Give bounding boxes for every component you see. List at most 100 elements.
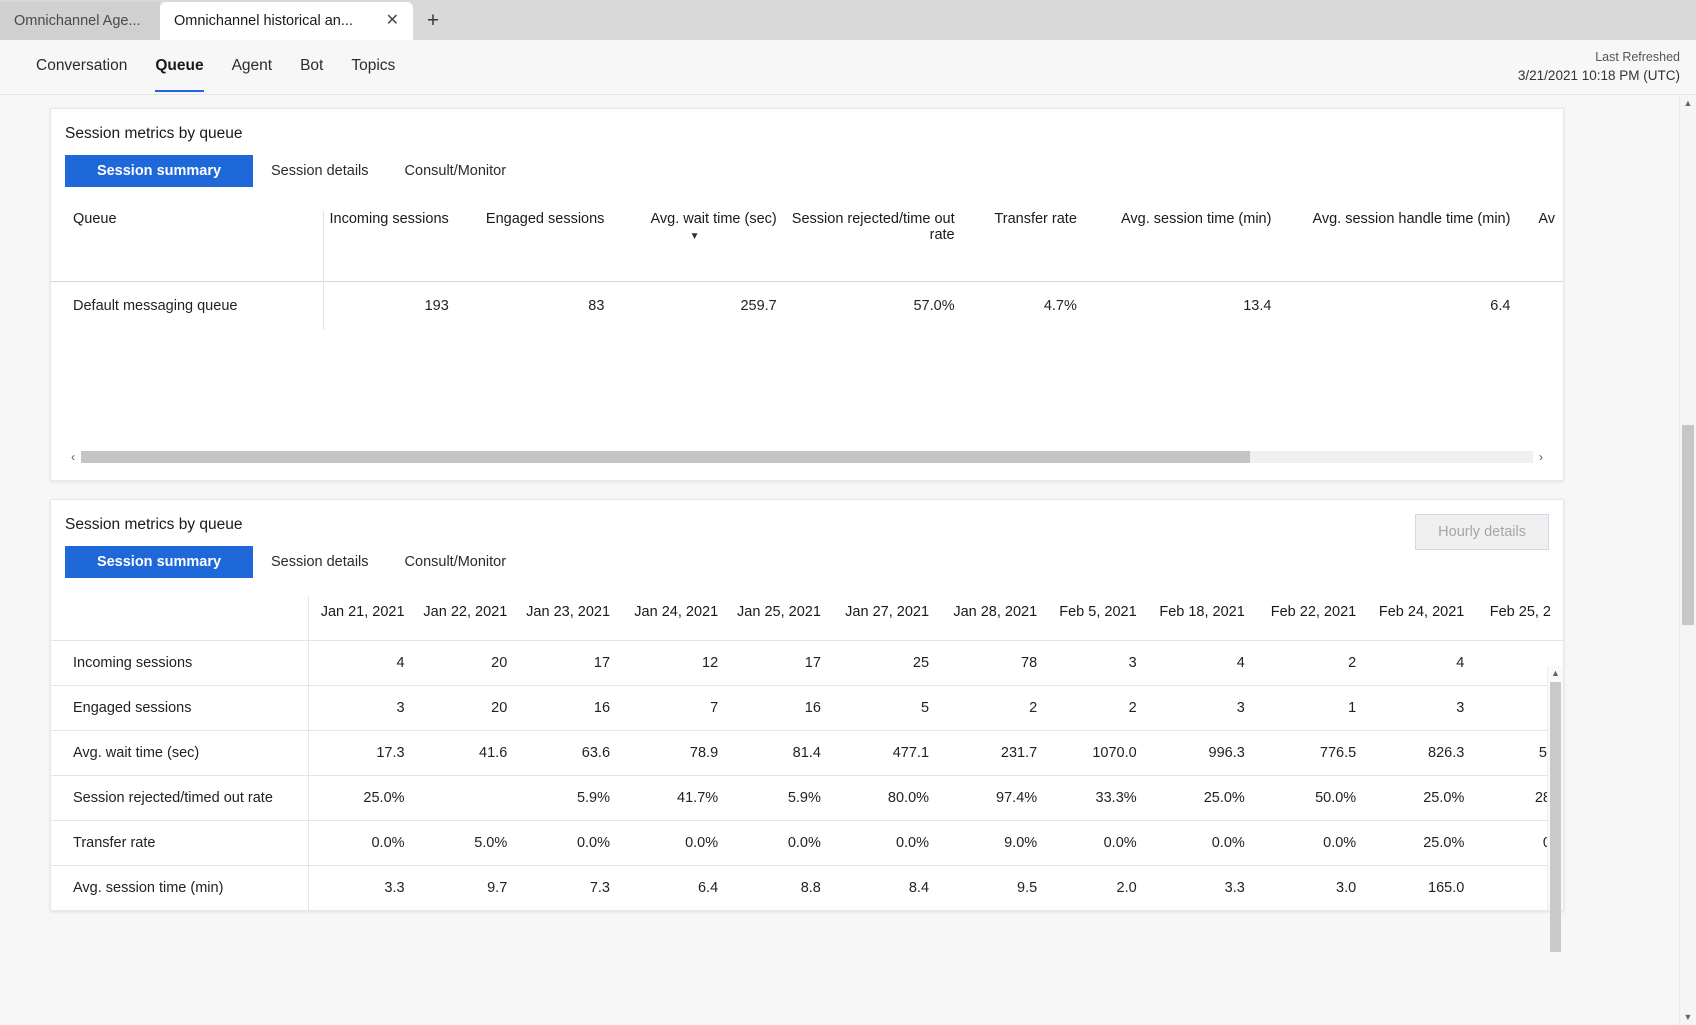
cell-metric-name: Incoming sessions (51, 639, 309, 685)
scroll-up-icon[interactable]: ▲ (1548, 666, 1563, 680)
cell-value: 3 (1049, 639, 1149, 685)
new-tab-icon[interactable]: + (413, 2, 453, 40)
cell-avg-wait-time: 259.7 (612, 280, 785, 330)
cell-value: 20 (416, 639, 520, 685)
col-header-date[interactable]: Feb 18, 2021 (1148, 595, 1257, 641)
table-row[interactable]: Transfer rate 0.0% 5.0% 0.0% 0.0% 0.0% 0… (51, 819, 1563, 865)
scroll-right-icon[interactable]: › (1533, 450, 1549, 464)
cell-value: 4 (308, 639, 417, 685)
col-header-incoming-sessions[interactable]: Incoming sessions (323, 211, 456, 281)
col-header-metric (51, 595, 309, 641)
cell-incoming-sessions: 193 (323, 280, 457, 330)
table-row[interactable]: Incoming sessions 4 20 17 12 17 25 78 3 … (51, 639, 1563, 685)
queue-summary-table: Queue Incoming sessions Engaged sessions… (51, 211, 1563, 330)
nav-tab-label: Bot (300, 57, 324, 74)
hourly-details-button[interactable]: Hourly details (1415, 513, 1549, 550)
cell-value: 1 (1256, 684, 1369, 730)
table-row[interactable]: Avg. wait time (sec) 17.3 41.6 63.6 78.9… (51, 729, 1563, 775)
col-header-label: Queue (73, 211, 117, 227)
tab-bot[interactable]: Bot (286, 40, 337, 92)
col-header-label: Avg. session handle time (min) (1312, 211, 1511, 227)
cell-value: 996.3 (1148, 729, 1257, 775)
col-header-truncated[interactable]: Av (1518, 211, 1563, 281)
subtab-consult-monitor[interactable]: Consult/Monitor (387, 546, 525, 578)
col-header-queue[interactable]: Queue (51, 211, 324, 281)
subtab-consult-monitor[interactable]: Consult/Monitor (387, 155, 525, 187)
scrollbar-thumb[interactable] (81, 450, 1250, 463)
scroll-up-icon[interactable]: ▲ (1680, 95, 1696, 111)
cell-value: 1070.0 (1049, 729, 1149, 775)
scroll-left-icon[interactable]: ‹ (65, 450, 81, 464)
cell-value: 9.7 (416, 864, 520, 910)
panel2-title: Session metrics by queue (65, 515, 243, 533)
col-header-date[interactable]: Feb 24, 2021 (1368, 595, 1477, 641)
col-header-label: Avg. wait time (sec) (650, 211, 777, 227)
cell-value: 3 (308, 684, 417, 730)
scrollbar-thumb[interactable] (1682, 425, 1694, 625)
cell-value: 20 (416, 684, 520, 730)
col-header-session-rejected-timeout-rate[interactable]: Session rejected/time out rate (785, 211, 963, 281)
table-row[interactable]: Engaged sessions 3 20 16 7 16 5 2 2 3 1 … (51, 684, 1563, 730)
panel-session-metrics-by-date: Session metrics by queue Hourly details … (50, 498, 1564, 952)
page-vertical-scrollbar[interactable]: ▲ ▼ (1679, 95, 1696, 1025)
cell-value: 33.3% (1049, 774, 1149, 820)
col-header-avg-wait-time[interactable]: Avg. wait time (sec) ▼ (612, 211, 784, 281)
scroll-down-icon[interactable]: ▼ (1680, 1009, 1696, 1025)
col-header-date[interactable]: Feb 22, 2021 (1256, 595, 1369, 641)
col-header-date[interactable]: Jan 28, 2021 (941, 595, 1050, 641)
cell-value: 0.0% (1049, 819, 1149, 865)
table-row[interactable]: Avg. session time (min) 3.3 9.7 7.3 6.4 … (51, 864, 1563, 910)
tab-conversation[interactable]: Conversation (22, 40, 141, 92)
cell-value: 0.0% (622, 819, 731, 865)
browser-tab-active[interactable]: Omnichannel historical an... ✕ (160, 2, 413, 40)
col-header-label: Engaged sessions (485, 211, 605, 227)
cell-value: 41.6 (416, 729, 520, 775)
subtab-session-summary[interactable]: Session summary (65, 545, 253, 578)
last-refreshed-label: Last Refreshed (1595, 50, 1680, 64)
table-row[interactable]: Default messaging queue 193 83 259.7 57.… (51, 280, 1563, 330)
date-header-row: Jan 21, 2021 Jan 22, 2021 Jan 23, 2021 J… (51, 595, 1563, 641)
col-header-date[interactable]: Feb 25, 2 (1476, 595, 1563, 641)
sort-descending-icon[interactable]: ▼ (612, 232, 776, 242)
col-header-transfer-rate[interactable]: Transfer rate (963, 211, 1085, 281)
tab-topics[interactable]: Topics (337, 40, 409, 92)
queue-summary-table-wrap: Queue Incoming sessions Engaged sessions… (51, 187, 1563, 448)
cell-value: 9.5 (941, 864, 1050, 910)
cell-value: 8.4 (832, 864, 942, 910)
cell-value: 25.0% (1148, 774, 1257, 820)
tab-queue[interactable]: Queue (141, 40, 217, 92)
cell-metric-name: Avg. wait time (sec) (51, 729, 309, 775)
subtab-session-summary[interactable]: Session summary (65, 155, 253, 187)
col-header-date[interactable]: Jan 24, 2021 (622, 595, 731, 641)
cell-value: 78 (941, 639, 1050, 685)
cell-value: 25.0% (1368, 774, 1477, 820)
scrollbar-track[interactable] (81, 450, 1533, 463)
horizontal-scrollbar[interactable]: ‹ › (65, 448, 1549, 466)
col-header-label: Avg. session time (min) (1121, 211, 1272, 227)
col-header-date[interactable]: Jan 22, 2021 (416, 595, 520, 641)
col-header-date[interactable]: Jan 27, 2021 (832, 595, 942, 641)
cell-value: 5.0% (416, 819, 520, 865)
subtab-label: Session summary (96, 163, 222, 179)
close-icon[interactable]: ✕ (372, 13, 399, 29)
scrollbar-thumb[interactable] (1550, 681, 1561, 952)
cell-value: 2 (941, 684, 1050, 730)
subtab-session-details[interactable]: Session details (253, 155, 387, 187)
col-header-date[interactable]: Feb 5, 2021 (1049, 595, 1149, 641)
col-header-date[interactable]: Jan 21, 2021 (308, 595, 417, 641)
subtab-session-details[interactable]: Session details (253, 546, 387, 578)
cell-metric-name: Transfer rate (51, 819, 309, 865)
col-header-avg-session-time[interactable]: Avg. session time (min) (1085, 211, 1280, 281)
col-header-avg-session-handle-time[interactable]: Avg. session handle time (min) (1279, 211, 1518, 281)
tab-agent[interactable]: Agent (218, 40, 287, 92)
table-row[interactable]: Session rejected/timed out rate 25.0% 5.… (51, 774, 1563, 820)
col-header-date[interactable]: Jan 25, 2021 (730, 595, 833, 641)
app-nav-bar: Conversation Queue Agent Bot Topics Last… (0, 40, 1696, 95)
subtab-label: Session details (271, 553, 369, 570)
cell-truncated (1518, 280, 1563, 330)
col-header-date[interactable]: Jan 23, 2021 (519, 595, 623, 641)
browser-tab-inactive[interactable]: Omnichannel Age... (0, 2, 160, 40)
subtab-label: Consult/Monitor (404, 553, 507, 570)
table2-vertical-scrollbar[interactable]: ▲ (1547, 665, 1563, 952)
col-header-engaged-sessions[interactable]: Engaged sessions (457, 211, 613, 281)
